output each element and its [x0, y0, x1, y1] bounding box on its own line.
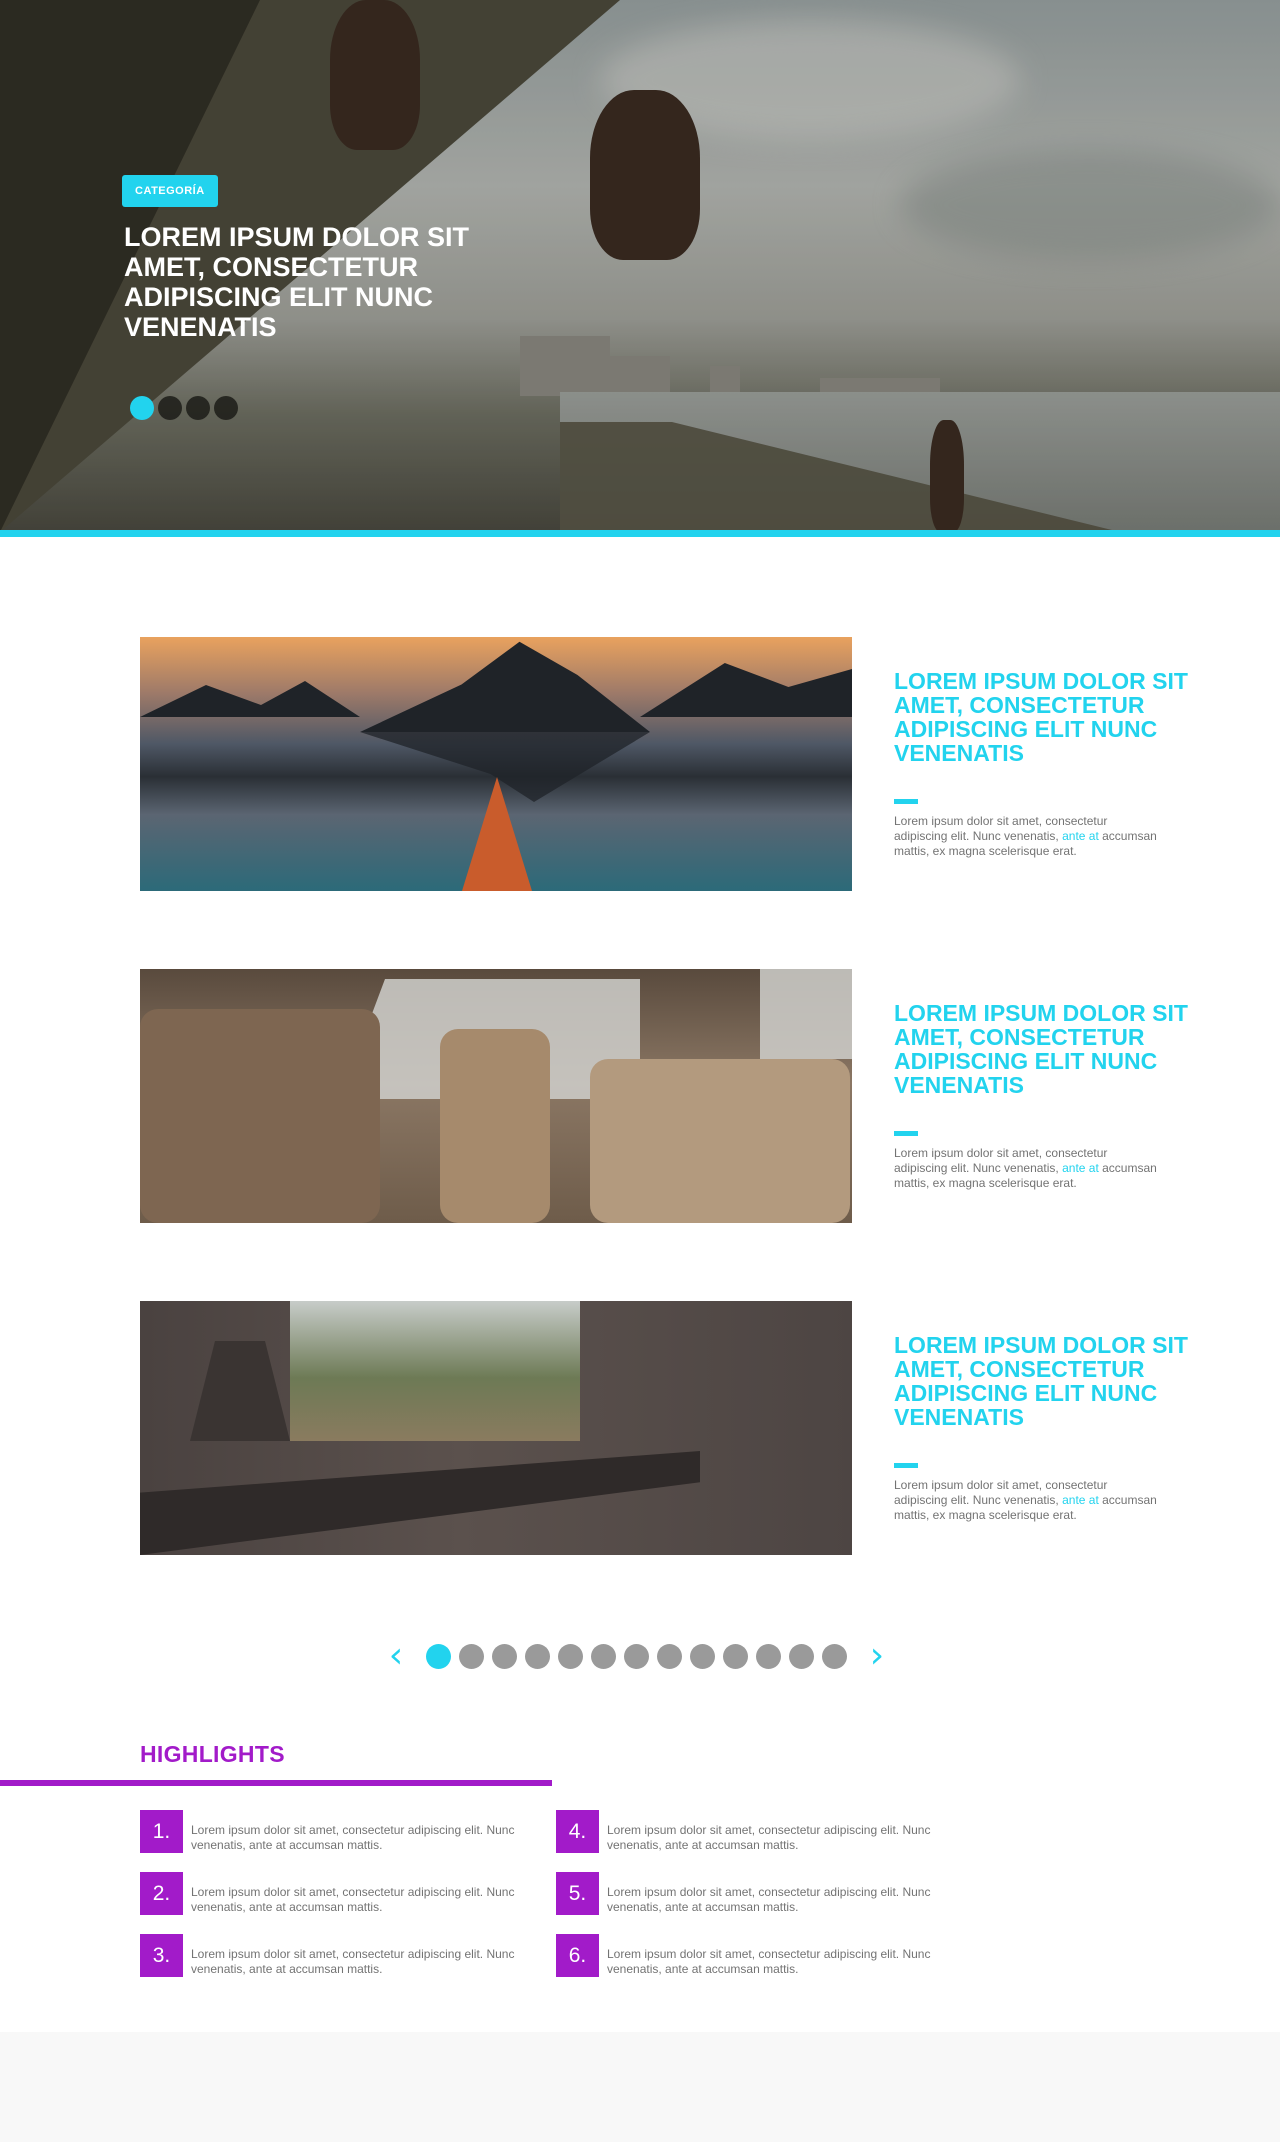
article-pagination: ‹ ›	[386, 1638, 887, 1674]
article-thumbnail[interactable]	[140, 637, 852, 891]
highlight-number: 3.	[140, 1934, 183, 1977]
hero-slider: CATEGORÍA LOREM IPSUM DOLOR SIT AMET, CO…	[0, 0, 1280, 532]
pagination-dot[interactable]	[789, 1643, 814, 1669]
hero-slide-dot[interactable]	[158, 396, 182, 420]
highlight-text: Lorem ipsum dolor sit amet, consectetur …	[191, 1823, 515, 1852]
article-title[interactable]: LOREM IPSUM DOLOR SIT AMET, CONSECTETUR …	[894, 1001, 1194, 1097]
chevron-right-icon[interactable]: ›	[867, 1638, 887, 1674]
chevron-left-icon[interactable]: ‹	[386, 1638, 406, 1674]
thumb-dashboard	[590, 1059, 850, 1223]
pagination-dot[interactable]	[426, 1643, 451, 1669]
article-excerpt-link[interactable]: ante at	[1062, 1161, 1099, 1175]
hero-slide-dot[interactable]	[214, 396, 238, 420]
highlight-text: Lorem ipsum dolor sit amet, consectetur …	[607, 1823, 931, 1852]
highlight-number: 4.	[556, 1810, 599, 1853]
highlights-rule	[0, 1780, 552, 1786]
thumb-mountain	[140, 681, 360, 717]
thumb-mountain	[640, 663, 852, 717]
highlight-number: 6.	[556, 1934, 599, 1977]
highlight-item[interactable]: 6. Lorem ipsum dolor sit amet, consectet…	[556, 1934, 956, 1978]
hero-slide-dot[interactable]	[186, 396, 210, 420]
article-excerpt: Lorem ipsum dolor sit amet, consectetur …	[894, 1146, 1164, 1191]
thumb-seat	[440, 1029, 550, 1223]
hero-accent-bar	[0, 530, 1280, 537]
article-thumbnail[interactable]	[140, 1301, 852, 1555]
article-excerpt-link[interactable]: ante at	[1062, 829, 1099, 843]
article-excerpt: Lorem ipsum dolor sit amet, consectetur …	[894, 1478, 1164, 1523]
thumb-mountain	[360, 641, 650, 732]
highlight-text: Lorem ipsum dolor sit amet, consectetur …	[607, 1885, 931, 1914]
article-excerpt: Lorem ipsum dolor sit amet, consectetur …	[894, 814, 1164, 859]
highlights-title: HIGHLIGHTS	[140, 1741, 285, 1767]
highlight-number: 5.	[556, 1872, 599, 1915]
pagination-dots	[426, 1643, 847, 1669]
pagination-dot[interactable]	[657, 1643, 682, 1669]
pagination-dot[interactable]	[459, 1643, 484, 1669]
thumb-car-window	[760, 969, 852, 1059]
article-accent-bar	[894, 1131, 918, 1136]
page-footer	[0, 2032, 1280, 2142]
highlight-item[interactable]: 5. Lorem ipsum dolor sit amet, consectet…	[556, 1872, 956, 1916]
highlight-number: 1.	[140, 1810, 183, 1853]
hero-title[interactable]: LOREM IPSUM DOLOR SIT AMET, CONSECTETUR …	[124, 222, 544, 342]
highlight-number: 2.	[140, 1872, 183, 1915]
thumb-desk	[140, 1451, 700, 1555]
pagination-dot[interactable]	[492, 1643, 517, 1669]
article-accent-bar	[894, 1463, 918, 1468]
thumb-window-view	[290, 1301, 580, 1441]
thumb-reflection	[360, 732, 650, 802]
pagination-dot[interactable]	[690, 1643, 715, 1669]
highlight-text: Lorem ipsum dolor sit amet, consectetur …	[191, 1885, 515, 1914]
highlight-item[interactable]: 4. Lorem ipsum dolor sit amet, consectet…	[556, 1810, 956, 1854]
hero-slide-dot[interactable]	[130, 396, 154, 420]
thumb-kayak	[462, 777, 532, 891]
category-badge[interactable]: CATEGORÍA	[122, 175, 218, 207]
pagination-dot[interactable]	[723, 1643, 748, 1669]
pagination-dot[interactable]	[591, 1643, 616, 1669]
hero-slide-dots	[130, 396, 238, 420]
highlight-item[interactable]: 1. Lorem ipsum dolor sit amet, consectet…	[140, 1810, 540, 1854]
highlight-item[interactable]: 3. Lorem ipsum dolor sit amet, consectet…	[140, 1934, 540, 1978]
article-thumbnail[interactable]	[140, 969, 852, 1223]
article-title[interactable]: LOREM IPSUM DOLOR SIT AMET, CONSECTETUR …	[894, 669, 1194, 765]
pagination-dot[interactable]	[558, 1643, 583, 1669]
article-title[interactable]: LOREM IPSUM DOLOR SIT AMET, CONSECTETUR …	[894, 1333, 1194, 1429]
article-card[interactable]: LOREM IPSUM DOLOR SIT AMET, CONSECTETUR …	[140, 969, 1200, 1223]
article-card[interactable]: LOREM IPSUM DOLOR SIT AMET, CONSECTETUR …	[140, 1301, 1200, 1555]
article-accent-bar	[894, 799, 918, 804]
highlight-item[interactable]: 2. Lorem ipsum dolor sit amet, consectet…	[140, 1872, 540, 1916]
highlight-text: Lorem ipsum dolor sit amet, consectetur …	[607, 1947, 931, 1976]
article-card[interactable]: LOREM IPSUM DOLOR SIT AMET, CONSECTETUR …	[140, 637, 1200, 891]
thumb-lamp	[190, 1341, 290, 1441]
pagination-dot[interactable]	[624, 1643, 649, 1669]
pagination-dot[interactable]	[822, 1643, 847, 1669]
article-excerpt-link[interactable]: ante at	[1062, 1493, 1099, 1507]
pagination-dot[interactable]	[756, 1643, 781, 1669]
highlight-text: Lorem ipsum dolor sit amet, consectetur …	[191, 1947, 515, 1976]
pagination-dot[interactable]	[525, 1643, 550, 1669]
thumb-seat	[140, 1009, 380, 1223]
